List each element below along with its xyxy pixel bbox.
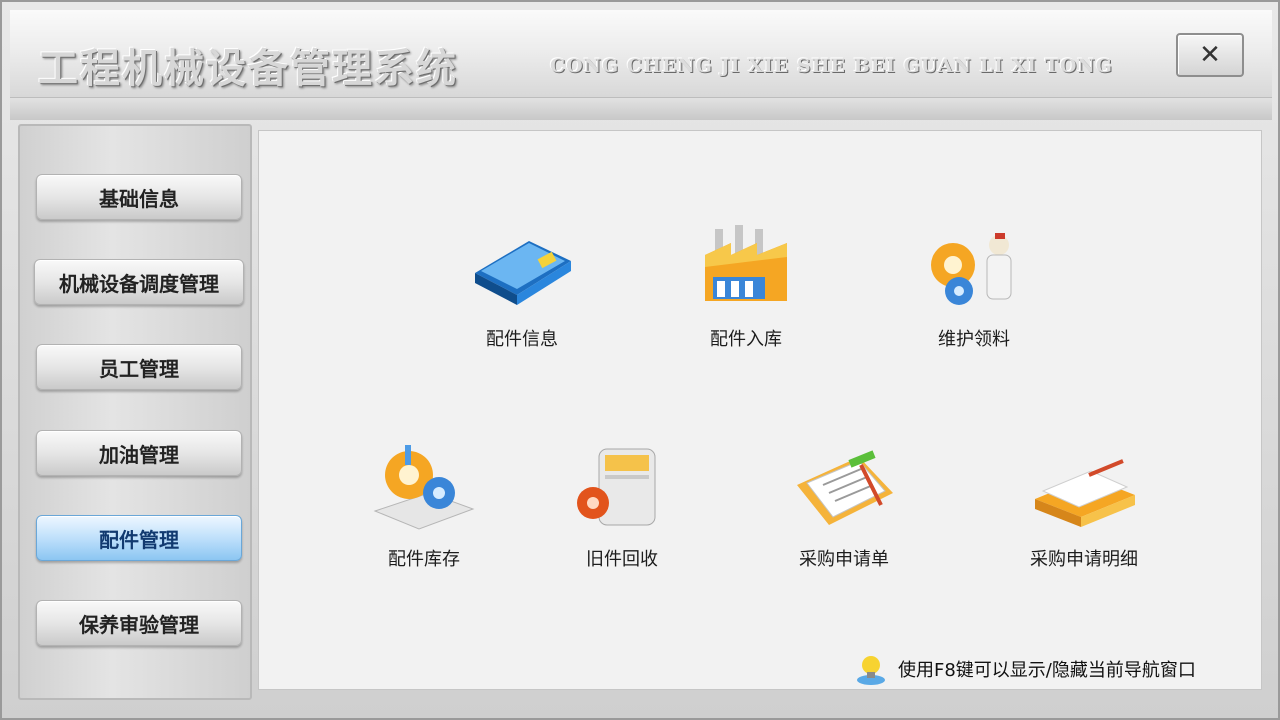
sidebar-item-parts[interactable]: 配件管理 bbox=[36, 515, 242, 561]
tile-label: 配件入库 bbox=[710, 329, 782, 350]
app-subtitle: CONG CHENG JI XIE SHE BEI GUAN LI XI TON… bbox=[550, 55, 1113, 77]
factory-icon bbox=[705, 225, 787, 301]
sidebar-item-label: 机械设备调度管理 bbox=[59, 271, 219, 296]
tile-purchase-request[interactable]: 采购申请单 bbox=[759, 441, 929, 591]
tile-maintenance-requisition[interactable]: 维护领料 bbox=[889, 221, 1059, 371]
sidebar-item-label: 基础信息 bbox=[99, 186, 179, 211]
tile-label: 采购申请明细 bbox=[1030, 549, 1138, 570]
tile-label: 配件库存 bbox=[388, 549, 460, 570]
tile-parts-info[interactable]: 配件信息 bbox=[437, 221, 607, 371]
hint-text: 使用F8键可以显示/隐藏当前导航窗口 bbox=[898, 660, 1196, 681]
sidebar-item-label: 员工管理 bbox=[99, 356, 179, 381]
close-icon: ✕ bbox=[1199, 40, 1221, 70]
tile-label: 采购申请单 bbox=[799, 549, 889, 570]
sidebar-item-equipment-dispatch[interactable]: 机械设备调度管理 bbox=[34, 259, 244, 305]
gears-box-icon bbox=[373, 445, 475, 530]
tile-label: 维护领料 bbox=[938, 329, 1010, 350]
tile-parts-inbound[interactable]: 配件入库 bbox=[661, 221, 831, 371]
tile-label: 旧件回收 bbox=[586, 549, 658, 570]
book-stack-icon bbox=[1035, 459, 1135, 527]
tile-purchase-request-details[interactable]: 采购申请明细 bbox=[999, 441, 1169, 591]
sidebar-item-staff[interactable]: 员工管理 bbox=[36, 344, 242, 390]
sidebar-item-label: 配件管理 bbox=[99, 527, 179, 552]
recycle-machine-icon bbox=[577, 448, 656, 526]
sidebar-item-maintenance-inspection[interactable]: 保养审验管理 bbox=[36, 600, 242, 646]
title-bar: 工程机械设备管理系统 CONG CHENG JI XIE SHE BEI GUA… bbox=[10, 10, 1272, 98]
clipboard-form-icon bbox=[797, 450, 893, 525]
app-title: 工程机械设备管理系统 bbox=[38, 45, 458, 92]
sidebar-item-label: 加油管理 bbox=[99, 442, 179, 467]
lightbulb-icon bbox=[857, 656, 885, 685]
tile-used-parts-recycling[interactable]: 旧件回收 bbox=[537, 441, 707, 591]
blue-binder-icon bbox=[475, 241, 571, 305]
main-panel: 配件信息 配件入库 维护领料 配件库存 旧件回收 采购申请单 采购申请明细 bbox=[258, 130, 1262, 690]
sidebar-nav: 基础信息 机械设备调度管理 员工管理 加油管理 配件管理 保养审验管理 bbox=[18, 124, 252, 700]
gears-worker-icon bbox=[931, 233, 1012, 305]
title-band bbox=[10, 98, 1272, 120]
app-window: 工程机械设备管理系统 CONG CHENG JI XIE SHE BEI GUA… bbox=[0, 0, 1280, 720]
tile-label: 配件信息 bbox=[486, 329, 558, 350]
sidebar-item-refueling[interactable]: 加油管理 bbox=[36, 430, 242, 476]
tile-parts-inventory[interactable]: 配件库存 bbox=[339, 441, 509, 591]
sidebar-item-label: 保养审验管理 bbox=[79, 612, 199, 637]
f8-hint: 使用F8键可以显示/隐藏当前导航窗口 bbox=[854, 652, 1196, 686]
sidebar-item-basic-info[interactable]: 基础信息 bbox=[36, 174, 242, 220]
close-button[interactable]: ✕ bbox=[1176, 33, 1244, 77]
